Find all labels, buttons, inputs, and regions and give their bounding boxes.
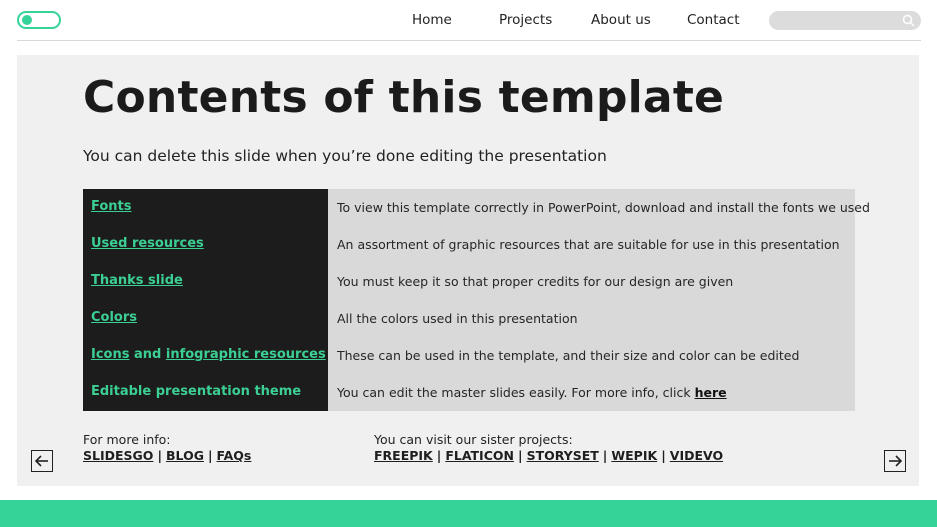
- search-bar: [769, 11, 921, 30]
- more-info-label: For more info:: [83, 432, 171, 447]
- row-description: You can edit the master slides easily. F…: [337, 385, 727, 400]
- separator: |: [207, 448, 213, 463]
- row-key: Used resources: [91, 236, 204, 251]
- row-key: Editable presentation theme: [91, 384, 302, 399]
- toggle-switch-icon: [22, 15, 32, 25]
- row-key: Icons and infographic resources: [91, 347, 326, 362]
- row-description: These can be used in the template, and t…: [337, 348, 800, 363]
- used-resources-link[interactable]: Used resources: [91, 236, 204, 251]
- next-slide-button[interactable]: [884, 450, 906, 472]
- colors-link[interactable]: Colors: [91, 310, 137, 325]
- table-row: Editable presentation theme You can edit…: [83, 374, 855, 411]
- nav-contact[interactable]: Contact: [687, 12, 740, 30]
- separator: |: [157, 448, 163, 463]
- separator: |: [661, 448, 666, 463]
- storyset-link[interactable]: STORYSET: [527, 448, 599, 463]
- nav-projects[interactable]: Projects: [499, 12, 552, 30]
- table-row: Icons and infographic resources These ca…: [83, 337, 855, 374]
- flaticon-link[interactable]: FLATICON: [445, 448, 514, 463]
- infographic-resources-link[interactable]: infographic resources: [166, 347, 326, 362]
- sister-projects-label: You can visit our sister projects:: [374, 432, 573, 447]
- page-title: Contents of this template: [83, 72, 725, 123]
- faqs-link[interactable]: FAQs: [217, 448, 252, 463]
- previous-slide-button[interactable]: [31, 450, 53, 472]
- contents-table: Fonts To view this template correctly in…: [83, 189, 870, 411]
- search-icon[interactable]: [902, 14, 915, 27]
- search-input[interactable]: [769, 11, 897, 30]
- page-subtitle: You can delete this slide when you’re do…: [83, 147, 607, 165]
- slidesgo-link[interactable]: SLIDESGO: [83, 448, 153, 463]
- row-description: You must keep it so that proper credits …: [337, 274, 734, 289]
- theme-toggle[interactable]: [17, 11, 61, 29]
- table-row: Colors All the colors used in this prese…: [83, 300, 855, 337]
- bottom-accent-bar: [0, 500, 937, 527]
- table-row: Thanks slide You must keep it so that pr…: [83, 263, 855, 300]
- here-link[interactable]: here: [695, 385, 727, 400]
- icons-link[interactable]: Icons: [91, 347, 129, 362]
- blog-link[interactable]: BLOG: [166, 448, 204, 463]
- arrow-right-icon: [889, 455, 903, 467]
- arrow-left-icon: [34, 455, 48, 467]
- header-divider: [17, 40, 921, 41]
- wepik-link[interactable]: WEPIK: [611, 448, 657, 463]
- row-description: An assortment of graphic resources that …: [337, 237, 840, 252]
- separator: |: [602, 448, 608, 463]
- row-key: Colors: [91, 310, 137, 325]
- row-description: To view this template correctly in Power…: [337, 200, 870, 215]
- thanks-slide-link[interactable]: Thanks slide: [91, 273, 183, 288]
- table-row: Fonts To view this template correctly in…: [83, 189, 870, 226]
- nav-home[interactable]: Home: [412, 12, 452, 30]
- table-row: Used resources An assortment of graphic …: [83, 226, 855, 263]
- row-description-text: You can edit the master slides easily. F…: [337, 385, 695, 400]
- fonts-link[interactable]: Fonts: [91, 199, 132, 214]
- sister-projects-links: FREEPIK | FLATICON | STORYSET | WEPIK | VIDEVO: [374, 448, 723, 463]
- row-description: All the colors used in this presentation: [337, 311, 578, 326]
- more-info-links: SLIDESGO | BLOG | FAQs: [83, 448, 251, 463]
- separator: |: [517, 448, 523, 463]
- nav-about-us[interactable]: About us: [591, 12, 651, 30]
- freepik-link[interactable]: FREEPIK: [374, 448, 433, 463]
- row-key: Fonts: [91, 199, 132, 214]
- row-key-connector: and: [129, 347, 166, 362]
- separator: |: [436, 448, 442, 463]
- videvo-link[interactable]: VIDEVO: [670, 448, 723, 463]
- row-key: Thanks slide: [91, 273, 183, 288]
